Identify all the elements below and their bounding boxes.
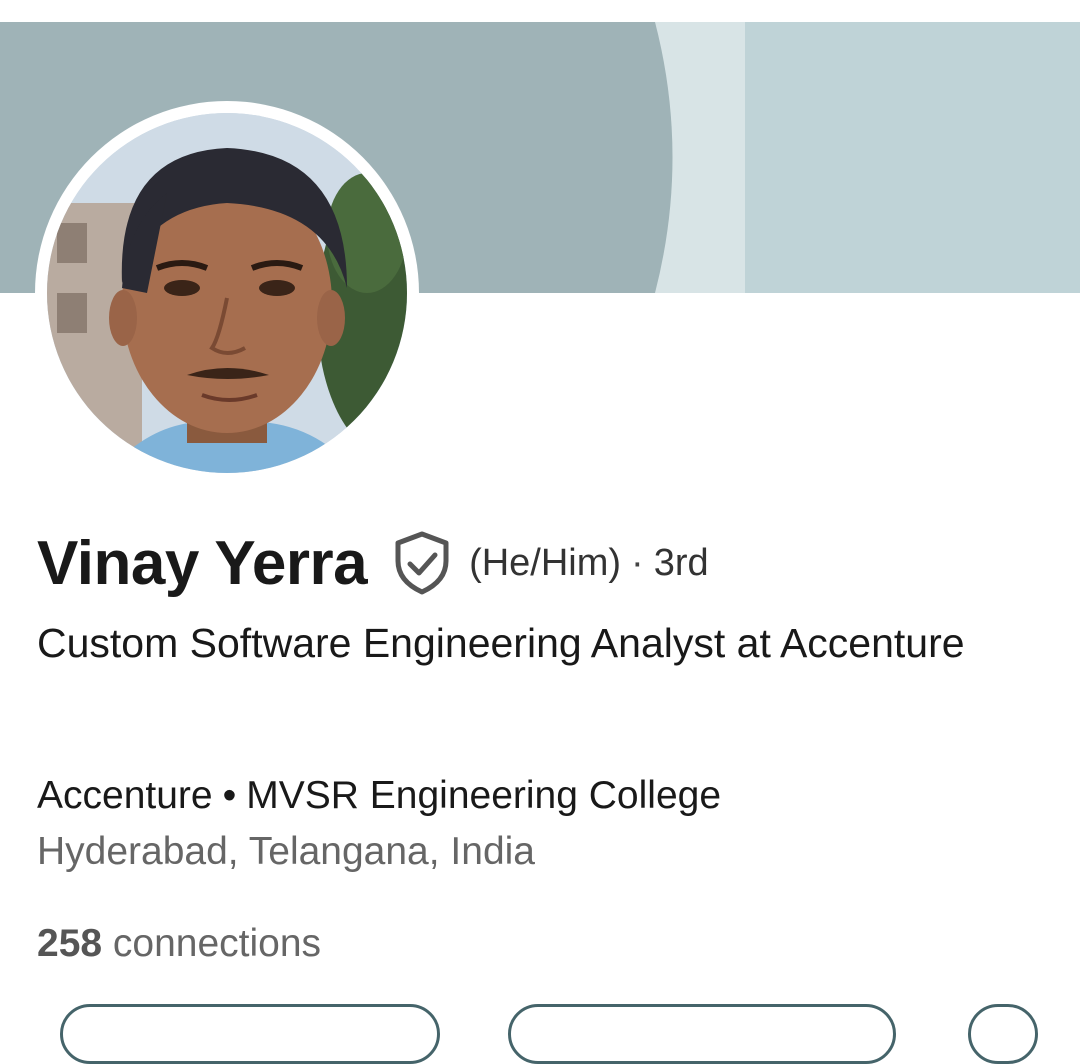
profile-avatar[interactable] xyxy=(35,101,419,485)
bullet-separator: • xyxy=(222,774,237,817)
connection-degree: 3rd xyxy=(653,541,709,584)
profile-name: Vinay Yerra xyxy=(37,528,368,598)
profile-card: Vinay Yerra (He/Him) · 3rd Custom Softwa… xyxy=(0,0,1080,1064)
connections-label: connections xyxy=(112,922,322,965)
primary-action-button[interactable] xyxy=(60,1004,440,1064)
profile-location: Hyderabad, Telangana, India xyxy=(37,830,535,873)
secondary-action-button[interactable] xyxy=(508,1004,896,1064)
shield-check-icon[interactable] xyxy=(393,531,451,595)
separator-dot: · xyxy=(631,541,644,584)
more-actions-button[interactable] xyxy=(968,1004,1038,1064)
profile-headline: Custom Software Engineering Analyst at A… xyxy=(37,620,965,666)
avatar-photo xyxy=(47,113,407,473)
connections-count: 258 xyxy=(37,922,103,965)
name-row: Vinay Yerra (He/Him) · 3rd xyxy=(37,524,709,602)
current-company-link[interactable]: Accenture xyxy=(37,774,213,817)
connections-link[interactable]: 258 connections xyxy=(37,918,321,970)
school-link[interactable]: MVSR Engineering College xyxy=(246,774,721,817)
pronouns: (He/Him) xyxy=(469,541,622,584)
experience-education-row: Accenture • MVSR Engineering College xyxy=(37,770,721,822)
